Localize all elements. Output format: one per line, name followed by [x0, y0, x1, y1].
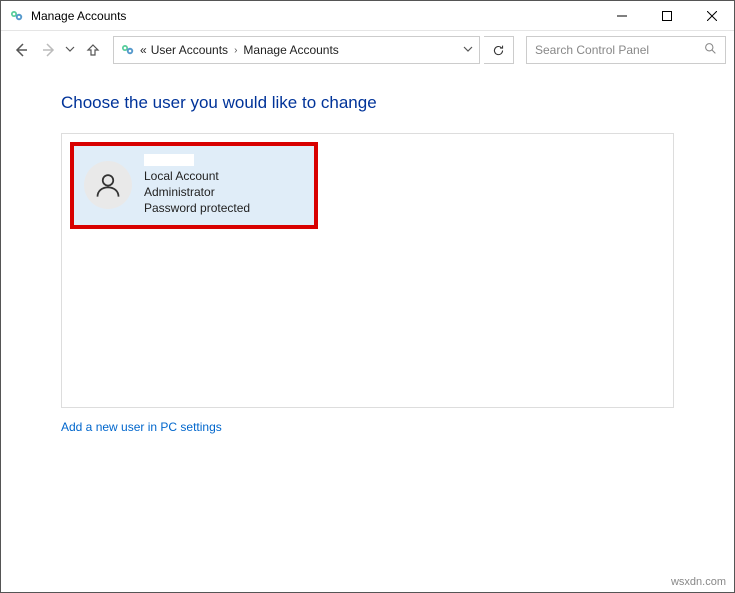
breadcrumb-icon	[120, 42, 136, 58]
back-button[interactable]	[9, 38, 33, 62]
window-titlebar: Manage Accounts	[1, 1, 734, 31]
close-button[interactable]	[689, 1, 734, 30]
refresh-button[interactable]	[484, 36, 514, 64]
account-name-redacted	[144, 154, 194, 166]
account-type: Local Account	[144, 168, 250, 184]
breadcrumb-prefix: «	[140, 43, 147, 57]
up-button[interactable]	[81, 38, 105, 62]
accounts-list: Local Account Administrator Password pro…	[61, 133, 674, 408]
breadcrumb-part-2[interactable]: Manage Accounts	[243, 43, 338, 57]
navigation-bar: « User Accounts › Manage Accounts Search…	[1, 31, 734, 69]
address-breadcrumb[interactable]: « User Accounts › Manage Accounts	[113, 36, 480, 64]
minimize-button[interactable]	[599, 1, 644, 30]
chevron-down-icon[interactable]	[463, 43, 473, 57]
search-input[interactable]: Search Control Panel	[526, 36, 726, 64]
breadcrumb-part-1[interactable]: User Accounts	[151, 43, 228, 57]
search-icon	[704, 42, 717, 58]
account-tile[interactable]: Local Account Administrator Password pro…	[70, 142, 318, 229]
watermark: wsxdn.com	[671, 576, 726, 588]
avatar	[84, 161, 132, 209]
add-user-link[interactable]: Add a new user in PC settings	[61, 420, 222, 434]
main-content: Choose the user you would like to change…	[1, 69, 734, 460]
window-title: Manage Accounts	[31, 9, 599, 23]
account-password-status: Password protected	[144, 200, 250, 216]
window-controls	[599, 1, 734, 30]
history-dropdown[interactable]	[65, 41, 77, 59]
account-info: Local Account Administrator Password pro…	[144, 154, 250, 217]
account-role: Administrator	[144, 184, 250, 200]
app-icon	[9, 8, 25, 24]
page-heading: Choose the user you would like to change	[61, 93, 674, 113]
chevron-right-icon: ›	[234, 45, 237, 56]
search-placeholder: Search Control Panel	[535, 43, 704, 57]
maximize-button[interactable]	[644, 1, 689, 30]
forward-button[interactable]	[37, 38, 61, 62]
